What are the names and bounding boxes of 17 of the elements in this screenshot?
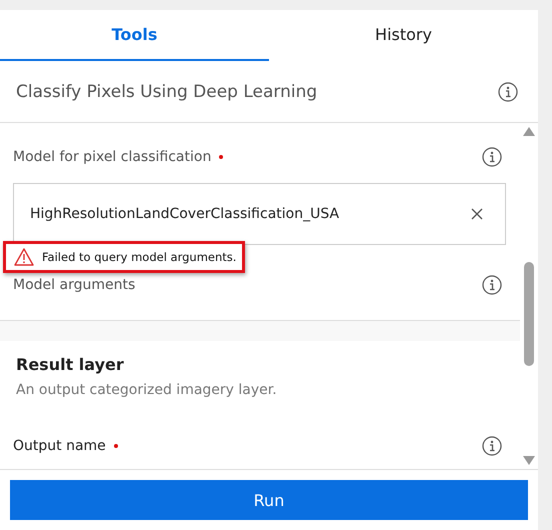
- info-icon[interactable]: [482, 147, 502, 167]
- info-icon[interactable]: [482, 275, 502, 295]
- section-description: An output categorized imagery layer.: [15, 382, 278, 398]
- info-icon[interactable]: [482, 436, 502, 456]
- info-icon[interactable]: [498, 82, 518, 102]
- scroll-down-icon[interactable]: [523, 456, 535, 465]
- field-label: Output name: [13, 438, 118, 454]
- run-button[interactable]: Run: [10, 480, 528, 520]
- scroll-up-icon[interactable]: [523, 127, 535, 136]
- field-label: Model for pixel classification: [13, 149, 224, 165]
- warning-icon: [14, 248, 34, 266]
- scrollbar-thumb[interactable]: [524, 262, 534, 366]
- tool-title: Classify Pixels Using Deep Learning: [16, 82, 318, 102]
- field-label: Model arguments: [13, 277, 136, 293]
- close-icon[interactable]: [471, 208, 483, 220]
- section-title: Result layer: [15, 355, 125, 374]
- error-message: Failed to query model arguments.: [42, 250, 236, 264]
